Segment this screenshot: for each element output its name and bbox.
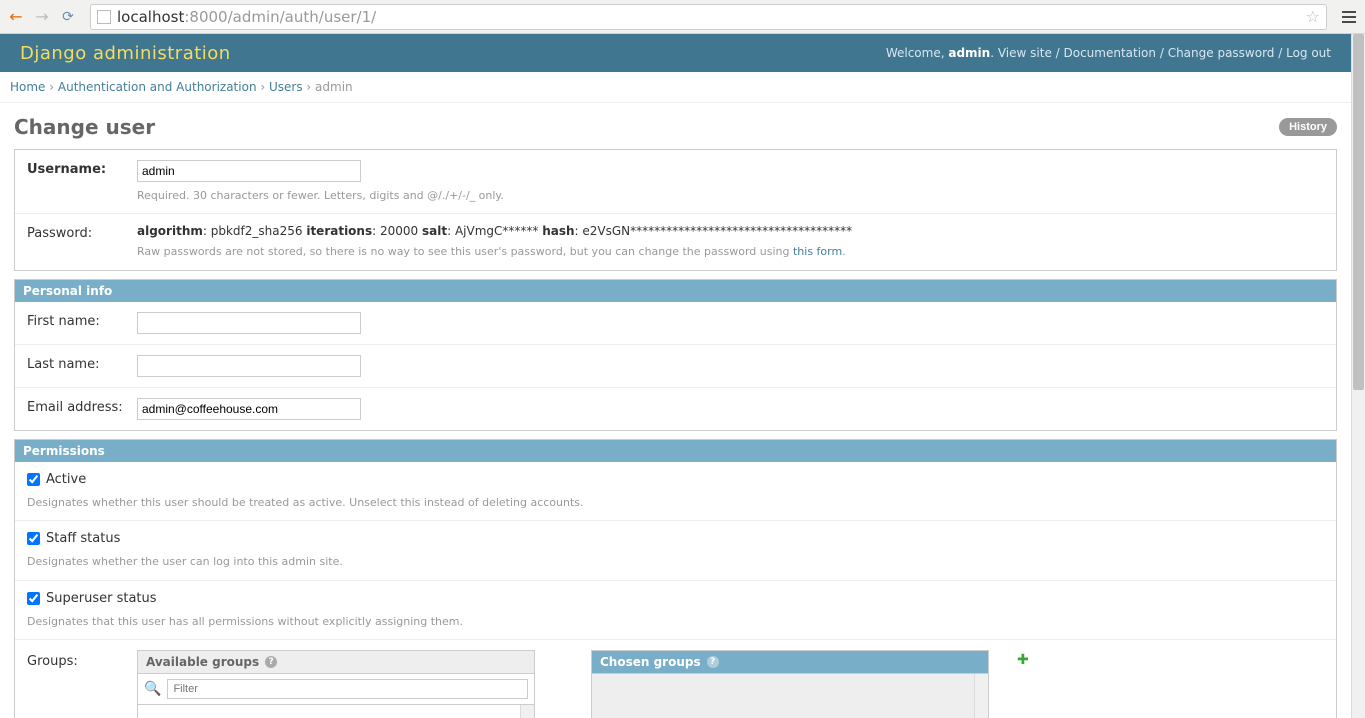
heading-permissions: Permissions [15,440,1336,462]
logout-link[interactable]: Log out [1286,46,1331,60]
welcome-text: Welcome, [886,46,949,60]
change-password-form-link[interactable]: this form [793,245,842,258]
label-staff[interactable]: Staff status [27,531,120,546]
help-username: Required. 30 characters or fewer. Letter… [137,188,1324,203]
nav-back-button[interactable]: ← [6,7,26,27]
selector-controls: ➜ [553,650,573,718]
module-personal-info: Personal info First name: Last name: Ema… [14,279,1337,431]
breadcrumb-app[interactable]: Authentication and Authorization [58,80,257,94]
module-permissions: Permissions Active Designates whether th… [14,439,1337,718]
help-password: Raw passwords are not stored, so there i… [137,244,1324,259]
page-viewport: Django administration Welcome, admin. Vi… [0,34,1365,718]
row-username: Username: Required. 30 characters or few… [15,150,1336,214]
last-name-input[interactable] [137,355,361,377]
nav-forward-button[interactable]: → [32,7,52,27]
password-display: algorithm: pbkdf2_sha256 iterations: 200… [137,224,1324,238]
django-header: Django administration Welcome, admin. Vi… [0,34,1351,72]
label-username: Username: [27,160,137,177]
superuser-checkbox[interactable] [27,592,40,605]
page-icon [97,10,111,24]
breadcrumb-model[interactable]: Users [269,80,303,94]
label-active[interactable]: Active [27,472,86,487]
chosen-groups-heading: Chosen groups ? [592,651,988,674]
search-icon: 🔍 [144,681,161,697]
current-user: admin [948,46,990,60]
scrollbar[interactable] [520,705,534,718]
help-icon[interactable]: ? [707,656,719,668]
row-superuser: Superuser status Designates that this us… [15,581,1336,640]
help-superuser: Designates that this user has all permis… [27,614,1324,629]
module-basic: Username: Required. 30 characters or few… [14,149,1337,271]
available-groups-heading: Available groups ? [138,651,534,674]
row-staff: Staff status Designates whether the user… [15,521,1336,580]
help-icon[interactable]: ? [265,656,277,668]
address-bar[interactable]: localhost:8000/admin/auth/user/1/ ☆ [90,4,1327,30]
scrollbar[interactable] [974,674,988,718]
url-text: localhost:8000/admin/auth/user/1/ [117,8,1300,26]
reload-button[interactable]: ⟳ [58,7,78,27]
label-groups: Groups: [27,650,137,718]
username-input[interactable] [137,160,361,182]
browser-menu-button[interactable] [1339,11,1359,23]
add-group-button[interactable]: ✚ [1017,650,1029,668]
staff-checkbox[interactable] [27,532,40,545]
label-email: Email address: [27,398,137,415]
view-site-link[interactable]: View site [998,46,1052,60]
available-groups-box: Available groups ? 🔍 [137,650,535,718]
history-button[interactable]: History [1279,118,1337,136]
chosen-groups-box: Chosen groups ? [591,650,989,718]
active-checkbox[interactable] [27,473,40,486]
page-scrollbar[interactable] [1351,34,1365,718]
row-last-name: Last name: [15,345,1336,388]
documentation-link[interactable]: Documentation [1064,46,1157,60]
row-first-name: First name: [15,302,1336,345]
label-first-name: First name: [27,312,137,329]
breadcrumb-current: admin [315,80,353,94]
change-password-link[interactable]: Change password [1168,46,1275,60]
user-tools: Welcome, admin. View site / Documentatio… [886,46,1331,60]
row-groups: Groups: Available groups ? 🔍 [15,640,1336,718]
label-password: Password: [27,224,137,241]
first-name-input[interactable] [137,312,361,334]
row-active: Active Designates whether this user shou… [15,462,1336,521]
bookmark-star-icon[interactable]: ☆ [1306,7,1320,26]
groups-filter-bar: 🔍 [138,674,534,705]
label-last-name: Last name: [27,355,137,372]
row-email: Email address: [15,388,1336,430]
breadcrumb: Home › Authentication and Authorization … [0,72,1351,103]
available-groups-list[interactable] [138,705,534,718]
browser-toolbar: ← → ⟳ localhost:8000/admin/auth/user/1/ … [0,0,1365,34]
page-title: Change user [14,115,155,139]
chosen-groups-list[interactable] [592,674,988,718]
groups-filter-input[interactable] [167,679,528,699]
email-input[interactable] [137,398,361,420]
site-title: Django administration [20,43,231,64]
help-active: Designates whether this user should be t… [27,495,1324,510]
sep: . [990,46,998,60]
row-password: Password: algorithm: pbkdf2_sha256 itera… [15,214,1336,269]
label-superuser[interactable]: Superuser status [27,591,157,606]
breadcrumb-home[interactable]: Home [10,80,45,94]
help-staff: Designates whether the user can log into… [27,554,1324,569]
heading-personal-info: Personal info [15,280,1336,302]
